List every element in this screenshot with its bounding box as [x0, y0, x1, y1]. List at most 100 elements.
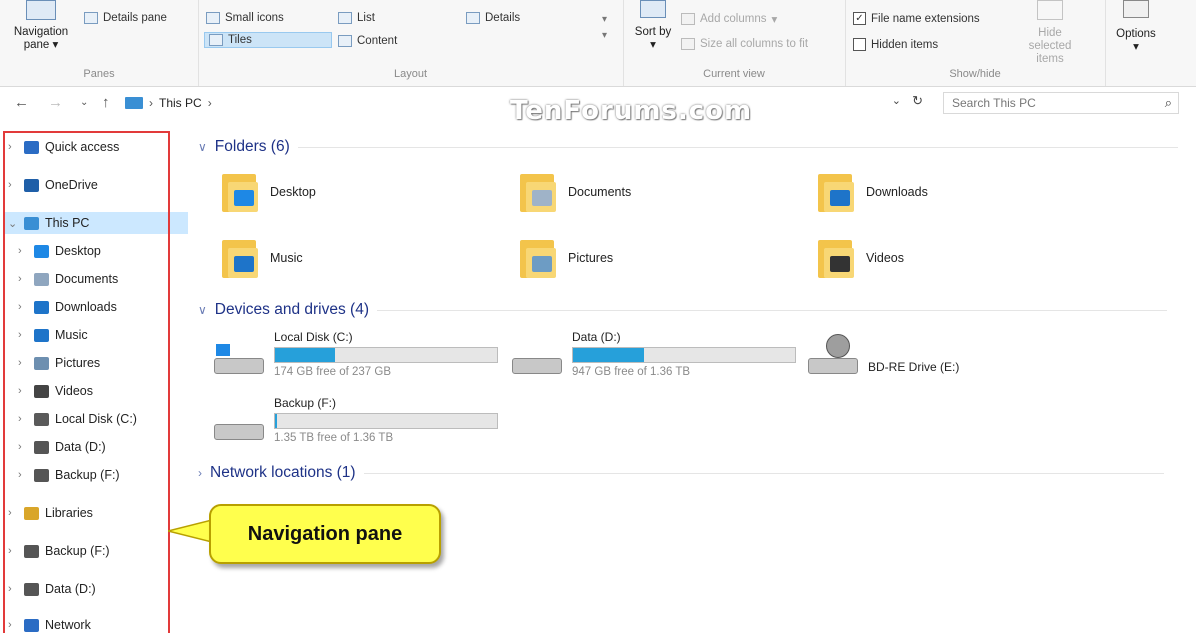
- hide-selected-items-button[interactable]: Hide selected items: [1009, 0, 1091, 66]
- panes-group: Navigation pane ▾ Details pane Panes: [0, 0, 199, 86]
- drive-free-space: 1.35 TB free of 1.36 TB: [274, 432, 394, 444]
- folder-tile[interactable]: Music: [220, 236, 303, 280]
- divider: [297, 146, 1178, 148]
- drive-usage-bar: [572, 347, 796, 363]
- folder-tile[interactable]: Downloads: [816, 170, 928, 214]
- list-button[interactable]: List: [338, 12, 375, 24]
- details-icon: [466, 12, 480, 24]
- drive-usage-bar: [274, 347, 498, 363]
- breadcrumb-chevron-icon[interactable]: ›: [208, 96, 212, 110]
- details-button[interactable]: Details: [466, 12, 520, 24]
- add-columns-icon: [681, 13, 695, 25]
- recent-locations-chevron-icon[interactable]: ⌄: [80, 97, 88, 108]
- folder-label: Pictures: [568, 251, 614, 265]
- address-dropdown-icon[interactable]: ⌄: [892, 94, 901, 107]
- network-header-label: Network locations (1): [210, 464, 356, 481]
- downloads-folder-icon: [816, 170, 856, 214]
- drive-tile[interactable]: BD-RE Drive (E:): [806, 330, 959, 384]
- sort-by-icon: [640, 0, 666, 18]
- add-columns-button[interactable]: Add columns ▾: [681, 12, 777, 26]
- search-input[interactable]: Search This PC ⌕: [943, 92, 1179, 114]
- hide-selected-icon: [1037, 0, 1063, 20]
- drive-label: Data (D:): [572, 330, 621, 344]
- network-group-header[interactable]: › Network locations (1): [198, 464, 1164, 482]
- drive-icon: [212, 410, 266, 450]
- divider: [377, 309, 1167, 311]
- unchecked-icon: [853, 38, 866, 51]
- watermark: TenForums.com: [510, 96, 753, 126]
- drive-usage-fill: [275, 414, 278, 428]
- size-all-columns-label: Size all columns to fit: [700, 38, 809, 50]
- small-icons-button[interactable]: Small icons: [206, 12, 284, 24]
- search-placeholder: Search This PC: [952, 96, 1036, 110]
- folder-label: Downloads: [866, 185, 928, 199]
- documents-folder-icon: [518, 170, 558, 214]
- back-arrow-icon[interactable]: ←: [14, 94, 29, 111]
- add-columns-label: Add columns: [700, 13, 767, 25]
- current-view-group: Sort by ▾ Add columns ▾ Size all columns…: [623, 0, 846, 86]
- small-icons-label: Small icons: [225, 12, 284, 24]
- expand-chevron-icon: ∨: [198, 140, 207, 154]
- layout-group-label: Layout: [393, 68, 428, 80]
- file-name-extensions-checkbox[interactable]: ✓ File name extensions: [853, 12, 980, 25]
- hide-selected-label: Hide selected items: [1028, 27, 1072, 65]
- devices-group-header[interactable]: ∨ Devices and drives (4): [198, 301, 1167, 319]
- current-view-group-label: Current view: [703, 68, 765, 80]
- sort-by-button[interactable]: Sort by ▾: [633, 0, 673, 52]
- optical-drive-icon: [806, 334, 860, 384]
- navigation-pane-label: Navigation pane: [13, 26, 69, 51]
- tiles-button[interactable]: Tiles: [204, 32, 332, 48]
- up-arrow-icon[interactable]: ↑: [102, 94, 110, 111]
- small-icons-icon: [206, 12, 220, 24]
- show-hide-group-label: Show/hide: [949, 68, 1001, 80]
- folder-label: Desktop: [270, 185, 316, 199]
- details-label: Details: [485, 12, 521, 24]
- drive-free-space: 174 GB free of 237 GB: [274, 366, 391, 378]
- show-hide-group: ✓ File name extensions Hidden items Hide…: [845, 0, 1106, 86]
- collapsed-chevron-icon: ›: [198, 466, 202, 480]
- drive-tile[interactable]: Local Disk (C:) 174 GB free of 237 GB: [212, 330, 498, 384]
- folder-label: Videos: [866, 251, 904, 265]
- folders-group-header[interactable]: ∨ Folders (6): [198, 138, 1178, 156]
- forward-arrow-icon[interactable]: →: [48, 94, 63, 111]
- sort-by-label: Sort by: [634, 26, 672, 38]
- content-icon: [338, 35, 352, 47]
- folder-tile[interactable]: Videos: [816, 236, 904, 280]
- folder-tile[interactable]: Pictures: [518, 236, 613, 280]
- tiles-label: Tiles: [228, 34, 252, 46]
- navigation-pane-button[interactable]: Navigation pane ▾: [6, 0, 76, 52]
- expand-chevron-icon: ∨: [198, 303, 207, 317]
- refresh-icon[interactable]: ↻: [912, 93, 923, 109]
- this-pc-icon: [125, 97, 143, 109]
- size-all-columns-button[interactable]: Size all columns to fit: [681, 38, 808, 50]
- layout-group: Small icons List Details Tiles Content ▾…: [198, 0, 624, 86]
- list-label: List: [357, 12, 375, 24]
- hidden-items-checkbox[interactable]: Hidden items: [853, 38, 938, 51]
- breadcrumb-this-pc[interactable]: This PC: [159, 96, 202, 110]
- drive-usage-bar: [274, 413, 498, 429]
- tiles-icon: [209, 34, 223, 46]
- folder-tile[interactable]: Documents: [518, 170, 631, 214]
- drive-tile[interactable]: Backup (F:) 1.35 TB free of 1.36 TB: [212, 396, 498, 450]
- music-folder-icon: [220, 236, 260, 280]
- file-name-extensions-label: File name extensions: [871, 12, 980, 25]
- callout-text: Navigation pane: [247, 522, 403, 545]
- details-pane-icon: [84, 12, 98, 24]
- details-pane-button[interactable]: Details pane: [84, 12, 167, 24]
- folder-tile[interactable]: Desktop: [220, 170, 316, 214]
- drive-usage-fill: [275, 348, 335, 362]
- drive-tile[interactable]: Data (D:) 947 GB free of 1.36 TB: [510, 330, 796, 384]
- content-label: Content: [357, 35, 398, 47]
- options-button[interactable]: Options ▾: [1108, 0, 1164, 54]
- windows-drive-icon: [212, 344, 266, 384]
- callout-pointer: [168, 520, 212, 542]
- drive-label: Local Disk (C:): [274, 330, 353, 344]
- drive-free-space: 947 GB free of 1.36 TB: [572, 366, 691, 378]
- drive-label: Backup (F:): [274, 396, 337, 410]
- layout-scroll-arrows[interactable]: ▾ ▾: [602, 12, 607, 44]
- hidden-items-label: Hidden items: [871, 38, 939, 51]
- devices-header-label: Devices and drives (4): [214, 301, 369, 318]
- pictures-folder-icon: [518, 236, 558, 280]
- content-button[interactable]: Content: [338, 35, 397, 47]
- drive-icon: [510, 344, 564, 384]
